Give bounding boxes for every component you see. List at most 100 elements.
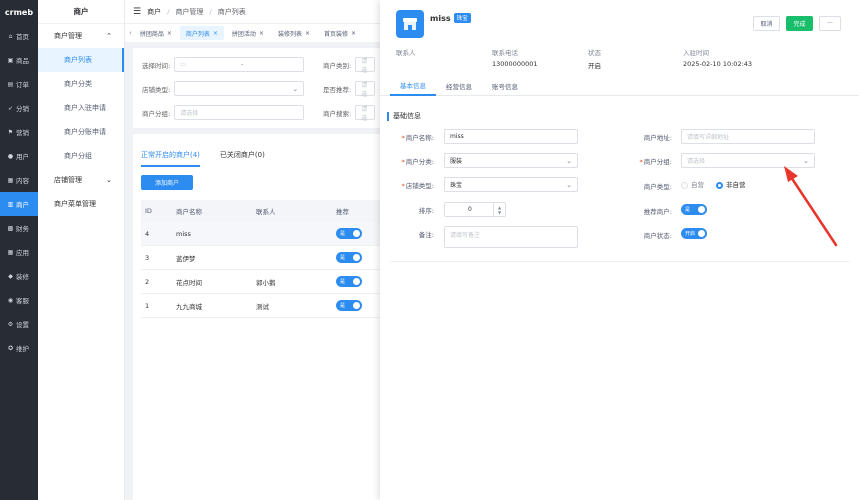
- recommend-toggle[interactable]: 是: [336, 276, 362, 287]
- rail-item-app[interactable]: ▦ 应用: [0, 240, 38, 264]
- maintain-icon: ✪: [7, 344, 14, 352]
- cancel-button[interactable]: 取消: [753, 16, 780, 31]
- chevron-down-icon: ⌄: [566, 156, 572, 165]
- close-icon[interactable]: ×: [305, 30, 310, 37]
- menu-item-split-apply[interactable]: 商户分账申请: [38, 120, 124, 144]
- group-select[interactable]: 请选择: [174, 105, 305, 120]
- status-label: 商户状态:: [643, 232, 672, 240]
- table-row[interactable]: 2 花点时间 郭小鹅 是: [141, 270, 383, 294]
- store-type-label: 店铺类型:: [142, 85, 171, 94]
- tab-business-info[interactable]: 经营信息: [436, 76, 482, 96]
- menu-item-merchant-list[interactable]: 商户列表: [38, 48, 124, 72]
- meta-label-phone: 联系电话: [492, 49, 518, 57]
- tab-group-activity[interactable]: 拼团活动 ×: [226, 26, 270, 40]
- more-button[interactable]: ···: [819, 16, 841, 31]
- rail-item-label: 装修: [16, 273, 29, 281]
- tabs-scroll-left-icon[interactable]: ‹: [129, 29, 132, 37]
- breadcrumb-root[interactable]: 商户: [147, 7, 161, 17]
- category-select[interactable]: 请选: [355, 57, 376, 74]
- tab-home-decorate[interactable]: 首页装修 ×: [318, 26, 362, 40]
- rail-item-goods[interactable]: ▣ 商品: [0, 48, 38, 72]
- menu-group-store-manage[interactable]: 店铺管理 ⌄: [38, 168, 124, 192]
- stepper-arrows-icon[interactable]: ▲ ▼: [493, 203, 505, 216]
- merchant-category-badge: 珠宝: [453, 13, 471, 23]
- toggle-text: 是: [685, 207, 691, 213]
- rail-item-marketing[interactable]: ⚑ 营销: [0, 120, 38, 144]
- tab-group-goods[interactable]: 拼团商品 ×: [134, 26, 178, 40]
- sort-stepper[interactable]: 0 ▲ ▼: [444, 202, 506, 217]
- cell-contact: 测试: [256, 302, 269, 311]
- menu-item-merchant-category[interactable]: 商户分类: [38, 72, 124, 96]
- rail-item-finance[interactable]: ▩ 财务: [0, 216, 38, 240]
- list-status-tabs: 正常开启的商户(4) 已关闭商户(0): [141, 150, 265, 167]
- rail-item-service[interactable]: ◉ 客服: [0, 288, 38, 312]
- rail-item-merchant[interactable]: ▥ 商户: [0, 192, 38, 216]
- rail-item-settings[interactable]: ⚙ 设置: [0, 312, 38, 336]
- toggle-text: 是: [340, 231, 346, 237]
- menu-group-label: 商户管理: [54, 32, 82, 40]
- rail-item-distribution[interactable]: ➶ 分销: [0, 96, 38, 120]
- rail-item-label: 内容: [16, 177, 29, 185]
- add-merchant-button[interactable]: 添加商户: [141, 175, 193, 190]
- menu-group-merchant-manage[interactable]: 商户管理 ⌃: [38, 24, 124, 48]
- remark-textarea[interactable]: 请填写备注: [444, 226, 578, 248]
- tab-merchant-list[interactable]: 商户列表 ×: [179, 26, 224, 40]
- close-icon[interactable]: ×: [167, 30, 172, 37]
- date-range-picker[interactable]: ▭ -: [174, 57, 305, 72]
- merchant-name: miss: [430, 13, 451, 23]
- finance-icon: ▩: [7, 224, 14, 232]
- category-select[interactable]: 服装 ⌄: [444, 153, 578, 168]
- menu-toggle-icon[interactable]: ☰: [133, 7, 141, 17]
- menu-item-merchant-group[interactable]: 商户分组: [38, 144, 124, 168]
- table-row[interactable]: 1 九九商城 测试 是: [141, 294, 383, 318]
- tab-decorate-list[interactable]: 装修列表 ×: [272, 26, 316, 40]
- recommend-toggle[interactable]: 是: [336, 252, 362, 263]
- search-input[interactable]: 请选: [355, 105, 376, 122]
- category-label: 商户类别:: [323, 61, 352, 70]
- menu-group-merchant-menu[interactable]: 商户菜单管理: [38, 192, 124, 216]
- group-select[interactable]: 请选择 ⌄: [681, 153, 815, 168]
- toggle-knob: [353, 302, 360, 309]
- recommend-select[interactable]: 请选: [355, 81, 376, 98]
- close-icon[interactable]: ×: [213, 30, 218, 37]
- radio-non-self-operated[interactable]: 非自营: [716, 179, 746, 189]
- app-icon: ▦: [7, 248, 14, 256]
- cell-name: 花点时间: [176, 278, 202, 287]
- tab-basic-info[interactable]: 基本信息: [390, 76, 436, 96]
- rail-item-user[interactable]: ● 用户: [0, 144, 38, 168]
- order-icon: ▤: [7, 80, 14, 88]
- done-button[interactable]: 完成: [786, 16, 813, 31]
- radio-self-operated[interactable]: 自营: [681, 179, 704, 189]
- chevron-down-icon: ⌄: [566, 180, 572, 189]
- rail-item-decorate[interactable]: ◆ 装修: [0, 264, 38, 288]
- rail-item-maintain[interactable]: ✪ 维护: [0, 336, 38, 360]
- table-row[interactable]: 3 蓝伊梦 是: [141, 246, 383, 270]
- goods-icon: ▣: [7, 56, 14, 64]
- cell-name: miss: [176, 229, 191, 238]
- section-title-bar: [387, 111, 389, 121]
- tab-account-info[interactable]: 账号信息: [482, 76, 528, 96]
- close-icon[interactable]: ×: [351, 30, 356, 37]
- recommend-toggle[interactable]: 是: [336, 300, 362, 311]
- recommend-toggle[interactable]: 是: [336, 228, 362, 239]
- status-toggle[interactable]: 开启: [681, 228, 707, 239]
- toggle-knob: [353, 254, 360, 261]
- store-type-select[interactable]: ⌄: [174, 81, 305, 96]
- close-icon[interactable]: ×: [259, 30, 264, 37]
- rail-item-order[interactable]: ▤ 订单: [0, 72, 38, 96]
- rail-item-content[interactable]: ▦ 内容: [0, 168, 38, 192]
- recommend-toggle[interactable]: 是: [681, 204, 707, 215]
- merchant-icon: ▥: [7, 200, 14, 208]
- table-row[interactable]: 4 miss 是: [141, 222, 383, 246]
- store-type-select[interactable]: 珠宝 ⌄: [444, 177, 578, 192]
- menu-item-settle-apply[interactable]: 商户入驻申请: [38, 96, 124, 120]
- rail-item-home[interactable]: ⌂ 首页: [0, 24, 38, 48]
- name-input[interactable]: miss: [444, 129, 578, 144]
- column-header: 推荐: [336, 208, 349, 216]
- breadcrumb-separator: /: [167, 7, 170, 16]
- breadcrumb-middle[interactable]: 商户管理: [175, 7, 203, 17]
- distribution-icon: ➶: [7, 104, 14, 112]
- address-input[interactable]: 请填写详细地址: [681, 129, 815, 144]
- tab-open-merchants[interactable]: 正常开启的商户(4): [141, 150, 200, 167]
- tab-closed-merchants[interactable]: 已关闭商户(0): [220, 150, 265, 167]
